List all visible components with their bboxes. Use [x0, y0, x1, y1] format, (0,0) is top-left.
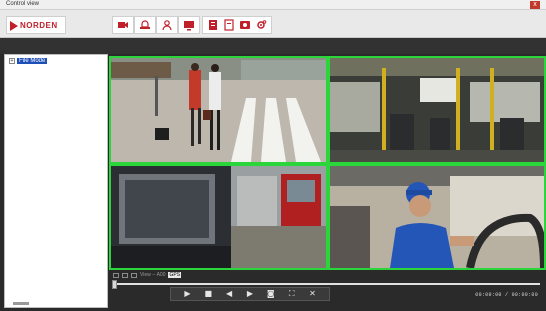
layout-4-icon[interactable]: [122, 272, 128, 278]
playback-timecode: 00:00:00 / 00:00:00: [475, 292, 538, 298]
camera-icon[interactable]: [117, 19, 129, 31]
snapshot-icon[interactable]: ◙: [265, 289, 277, 299]
view-control-strip: View -- A00 GPS: [109, 270, 546, 280]
tree-node-label[interactable]: File Mode: [17, 58, 48, 64]
playback-controls: ▶ ■ ◀ ▶ ◙ ⛶ ✕: [170, 287, 330, 301]
window-title: Control view: [6, 1, 40, 7]
video-tile-2[interactable]: [328, 56, 546, 164]
playback-timeline[interactable]: [112, 283, 540, 285]
logo-triangle-icon: [10, 21, 18, 31]
sidebar-scrollbar[interactable]: [13, 302, 29, 305]
alarm-icon[interactable]: [139, 19, 151, 31]
toolbar-group-tools: [202, 16, 272, 34]
stop-icon[interactable]: ■: [202, 289, 214, 299]
logo-text: NORDEN: [20, 21, 58, 30]
toolbar-group-monitor: [178, 16, 200, 34]
layout-9-icon[interactable]: [131, 272, 137, 278]
video-tile-4[interactable]: [328, 164, 546, 270]
view-label: View -- A00: [140, 272, 166, 278]
play-icon[interactable]: ▶: [181, 289, 193, 299]
street-scene-image: [111, 58, 326, 162]
app-window: Control view x NORDEN + File Mode View -…: [0, 0, 546, 311]
fullscreen-icon[interactable]: ⛶: [286, 289, 298, 299]
close-window-button[interactable]: x: [530, 1, 540, 9]
main-toolbar: NORDEN: [0, 10, 546, 38]
bus-interior-image: [330, 58, 544, 162]
fast-forward-icon[interactable]: ▶: [244, 289, 256, 299]
device-tree-panel: + File Mode: [4, 54, 108, 308]
brand-logo: NORDEN: [6, 16, 66, 34]
driver-cab-image: [330, 166, 544, 268]
record-icon[interactable]: [239, 19, 251, 31]
report-icon[interactable]: [207, 19, 219, 31]
video-tile-3[interactable]: [109, 164, 328, 270]
gps-badge[interactable]: GPS: [168, 272, 182, 278]
title-bar: Control view x: [0, 0, 546, 10]
settings-icon[interactable]: [255, 19, 267, 31]
toolbar-group-alarm: [134, 16, 156, 34]
expand-toggle-icon[interactable]: +: [9, 58, 15, 64]
layout-1-icon[interactable]: [113, 272, 119, 278]
document-icon[interactable]: [223, 19, 235, 31]
rewind-icon[interactable]: ◀: [223, 289, 235, 299]
truck-mirror-image: [111, 166, 326, 268]
user-icon[interactable]: [161, 19, 173, 31]
tree-node-file-mode[interactable]: + File Mode: [9, 58, 48, 64]
close-icon[interactable]: ✕: [306, 289, 318, 299]
navigation-strip: [0, 38, 546, 54]
monitor-icon[interactable]: [183, 19, 195, 31]
video-tile-1[interactable]: [109, 56, 328, 164]
timeline-thumb[interactable]: [112, 280, 117, 289]
video-grid: [109, 56, 546, 270]
toolbar-group-camera: [112, 16, 134, 34]
toolbar-group-user: [156, 16, 178, 34]
